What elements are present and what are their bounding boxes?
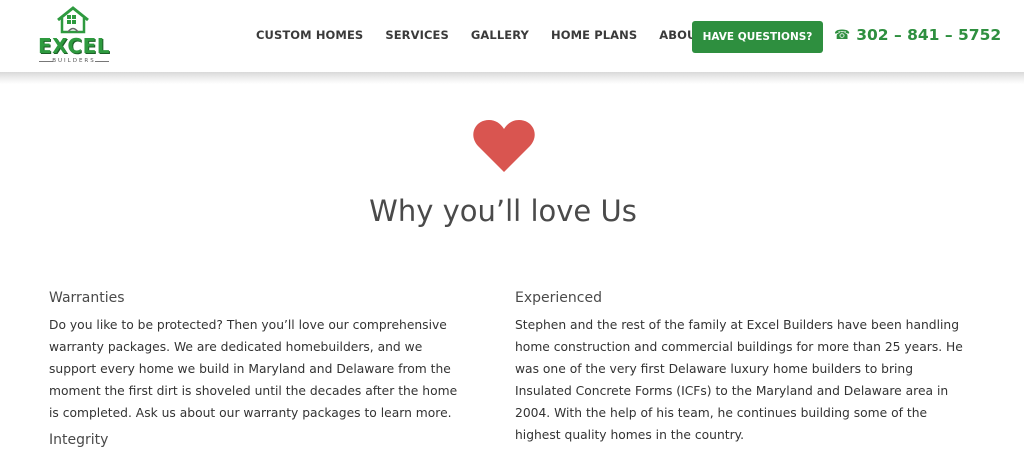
right-column: Experienced Stephen and the rest of the … (515, 290, 965, 446)
nav-custom-homes[interactable]: CUSTOM HOMES (256, 28, 363, 42)
logo-wordmark: EXCEL (38, 34, 110, 58)
nav-services[interactable]: SERVICES (385, 28, 449, 42)
left-column: Warranties Do you like to be protected? … (49, 290, 469, 456)
phone-link[interactable]: ☎ 302 – 841 – 5752 (834, 26, 1001, 44)
experienced-text: Stephen and the rest of the family at Ex… (515, 318, 963, 442)
phone-number: 302 – 841 – 5752 (856, 26, 1002, 44)
have-questions-button[interactable]: HAVE QUESTIONS? (692, 21, 823, 53)
nav-home-plans[interactable]: HOME PLANS (551, 28, 637, 42)
header-shadow (0, 72, 1024, 84)
logo-divider-right (95, 61, 109, 62)
warranties-heading: Warranties (49, 290, 125, 306)
site-header: EXCEL BUILDERS CUSTOM HOMES SERVICES GAL… (0, 0, 1024, 72)
excel-builders-logo[interactable]: EXCEL BUILDERS (36, 6, 112, 66)
section-title: Why you’ll love Us (369, 194, 637, 228)
main-nav: CUSTOM HOMES SERVICES GALLERY HOME PLANS… (256, 28, 748, 42)
house-logo-icon (57, 6, 89, 34)
warranties-text: Do you like to be protected? Then you’ll… (49, 318, 458, 420)
heart-icon (473, 120, 535, 172)
integrity-heading: Integrity (49, 432, 109, 448)
nav-gallery[interactable]: GALLERY (471, 28, 529, 42)
experienced-heading: Experienced (515, 290, 602, 306)
phone-icon: ☎ (834, 27, 851, 43)
